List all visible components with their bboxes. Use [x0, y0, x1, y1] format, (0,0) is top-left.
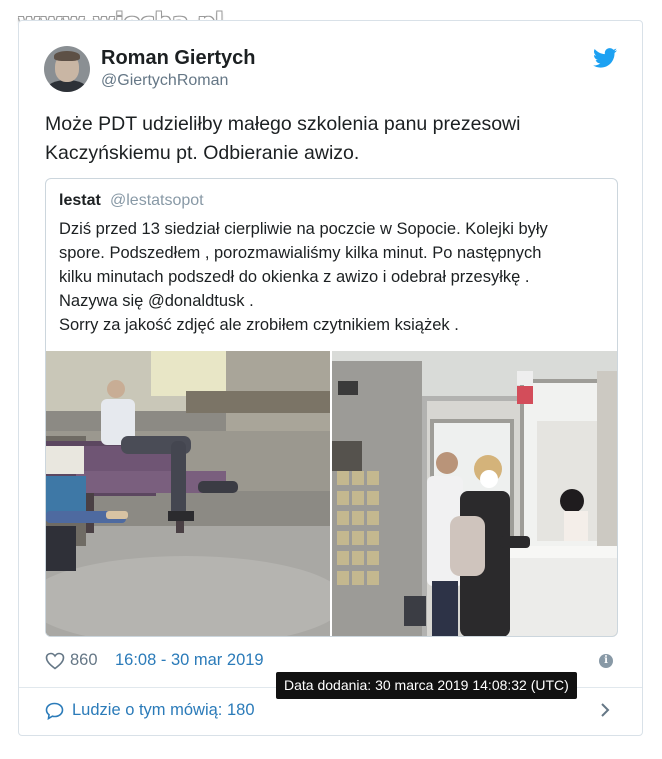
tweet-card: Roman Giertych @GiertychRoman Może PDT u…: [18, 20, 643, 736]
tweet-timestamp[interactable]: 16:08 - 30 mar 2019: [115, 651, 264, 670]
people-talking-link[interactable]: Ludzie o tym mówią: 180: [72, 701, 255, 720]
author-handle[interactable]: @GiertychRoman: [101, 72, 228, 90]
quoted-tweet[interactable]: lestat @lestatsopot Dziś przed 13 siedzi…: [45, 178, 618, 637]
author-name[interactable]: Roman Giertych: [101, 47, 255, 70]
quoted-text-line: Dziś przed 13 siedział cierpliwie na poc…: [59, 220, 548, 238]
photo-grid: [46, 351, 617, 636]
quoted-text-line: kilku minutach podszedł do okienka z awi…: [59, 268, 530, 286]
quoted-text-line: Sorry za jakość zdjęć ale zrobiłem czytn…: [59, 316, 459, 334]
like-count: 860: [70, 651, 98, 669]
heart-icon[interactable]: [45, 652, 65, 670]
quoted-text: Dziś przed 13 siedział cierpliwie na poc…: [59, 217, 609, 337]
twitter-bird-icon[interactable]: [593, 48, 617, 68]
quoted-text-line: spore. Podszedłem , porozmawialiśmy kilk…: [59, 244, 542, 262]
chat-bubble-icon[interactable]: [45, 702, 64, 720]
date-tooltip: Data dodania: 30 marca 2019 14:08:32 (UT…: [276, 672, 577, 699]
quoted-author-handle[interactable]: @lestatsopot: [110, 192, 204, 210]
photo-post-office-counter[interactable]: [332, 351, 617, 636]
quoted-text-line: Nazywa się @donaldtusk .: [59, 292, 254, 310]
tweet-text: Może PDT udzieliłby małego szkolenia pan…: [45, 113, 521, 164]
avatar[interactable]: [44, 46, 90, 92]
quoted-author-name[interactable]: lestat: [59, 192, 101, 210]
chevron-right-icon[interactable]: [600, 702, 610, 718]
photo-waiting-room[interactable]: [46, 351, 330, 636]
info-icon[interactable]: i: [599, 654, 613, 668]
